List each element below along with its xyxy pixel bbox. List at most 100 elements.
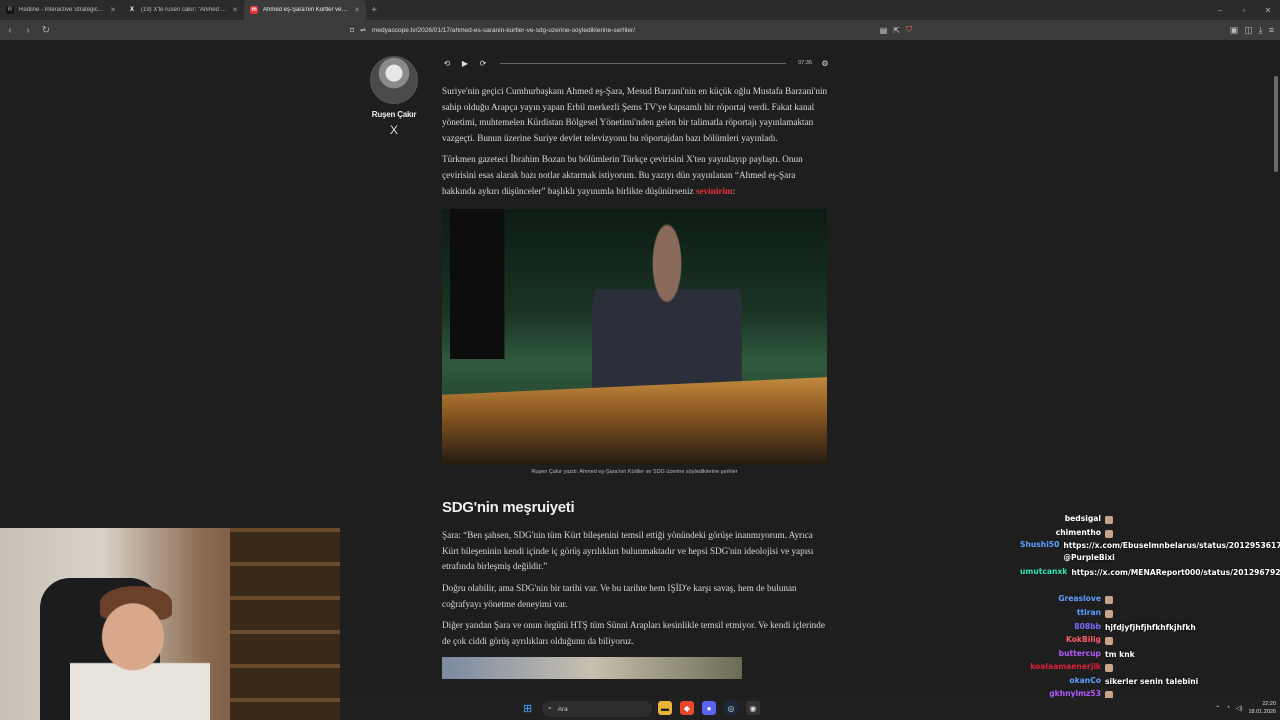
site-info-icon[interactable]: ⇌ xyxy=(360,26,366,34)
chat-username[interactable]: chimentho xyxy=(1020,528,1105,540)
chat-message: 808bb hjfdjyfjhfjhfkhfkjhfkh xyxy=(1020,622,1280,634)
minimize-button[interactable]: – xyxy=(1208,0,1232,20)
chat-emote-icon xyxy=(1105,596,1113,604)
chat-message-text: sikerler senin talebini xyxy=(1105,676,1280,688)
chat-message-text: https://x.com/MENAReport000/status/20129… xyxy=(1071,567,1280,579)
address-bar[interactable]: ⌑ ⇌ medyascope.tv/2026/01/17/ahmed-es-sa… xyxy=(350,22,912,38)
chat-username[interactable]: koalaamaenerjik xyxy=(1020,662,1105,674)
wallet-icon[interactable]: ▣ xyxy=(1230,25,1239,36)
tab-redline[interactable]: R Redline - Interactive Strategic Map ✕ xyxy=(0,0,122,20)
close-icon[interactable]: ✕ xyxy=(354,6,360,14)
chat-message: chimentho xyxy=(1020,528,1280,540)
tab-title: Redline - Interactive Strategic Map xyxy=(19,7,106,13)
window-controls: – ▫ ✕ xyxy=(1208,0,1280,20)
medyascope-favicon-icon: m xyxy=(250,6,258,14)
chat-username[interactable]: umutcanxk xyxy=(1020,567,1071,579)
url-text[interactable]: medyascope.tv/2026/01/17/ahmed-es-sarani… xyxy=(372,27,874,34)
chat-username[interactable]: ttiran xyxy=(1020,608,1105,620)
article-photo xyxy=(442,209,827,466)
sidebar-icon[interactable]: ◫ xyxy=(1244,25,1253,36)
obs-icon[interactable]: ◉ xyxy=(746,701,760,715)
play-icon[interactable]: ▶ xyxy=(460,59,470,68)
discord-icon[interactable]: ● xyxy=(702,701,716,715)
bookmark-icon[interactable]: ⌑ xyxy=(350,26,354,35)
tab-x-post[interactable]: X (19) X'te rusen cakir: "Ahmed eş-Şara … xyxy=(122,0,244,20)
chat-emote-icon xyxy=(1105,610,1113,618)
network-icon[interactable]: ◔ xyxy=(1226,705,1230,711)
steam-icon[interactable]: ◎ xyxy=(724,701,738,715)
file-explorer-icon[interactable]: ▬ xyxy=(658,701,672,715)
brave-browser-icon[interactable]: ◆ xyxy=(680,701,694,715)
forward-15-icon[interactable]: ⟳ xyxy=(478,59,488,68)
chat-emote-icon xyxy=(1105,664,1113,672)
chat-text: tm knk xyxy=(1105,650,1135,659)
chat-message-text xyxy=(1105,594,1280,606)
chat-overlay: bedsigal chimentho Shushi50 https://x.com/E… xyxy=(1020,502,1280,720)
sevinirim-link[interactable]: sevinirim xyxy=(696,186,733,196)
new-tab-button[interactable]: + xyxy=(366,0,382,20)
tray-chevron-icon[interactable]: ⌃ xyxy=(1215,705,1220,712)
photo-guard-figure xyxy=(450,209,540,360)
chat-message: Greaslove xyxy=(1020,594,1280,606)
chat-text: sikerler senin talebini xyxy=(1105,677,1199,686)
chat-message-text xyxy=(1105,635,1280,647)
taskbar-search[interactable]: ⌕ Ara xyxy=(542,701,652,717)
tab-medyascope-article[interactable]: m Ahmed eş-Şara'nın Kürtler ve SD ✕ xyxy=(244,0,366,20)
tab-title: (19) X'te rusen cakir: "Ahmed eş-Şara xyxy=(141,7,227,13)
downloads-icon[interactable]: ⤓ xyxy=(1259,25,1263,36)
audio-player: ⟲ ▶ ⟳ 07:35 ⚙ xyxy=(442,56,830,70)
chat-text: hjfdjyfjhfjhfkhfkjhfkh xyxy=(1105,623,1196,632)
settings-gear-icon[interactable]: ⚙ xyxy=(820,59,830,68)
chat-message: okanCo sikerler senin talebini xyxy=(1020,676,1280,688)
paragraph-text: Türkmen gazeteci İbrahim Bozan bu bölüml… xyxy=(442,154,803,196)
bookshelf xyxy=(230,528,340,720)
share-icon[interactable]: ⇱ xyxy=(893,26,900,35)
chat-username[interactable]: buttercup xyxy=(1020,649,1105,661)
volume-icon[interactable]: ◁) xyxy=(1236,705,1243,712)
redline-favicon-icon: R xyxy=(6,6,14,14)
scrollbar-thumb[interactable] xyxy=(1274,76,1278,172)
rewind-15-icon[interactable]: ⟲ xyxy=(442,59,452,68)
chat-message-text: tm knk xyxy=(1105,649,1280,661)
article-photo-2 xyxy=(442,657,742,680)
author-name[interactable]: Ruşen Çakır xyxy=(368,110,420,119)
chat-username[interactable]: 808bb xyxy=(1020,622,1105,634)
chat-text: https://x.com/Ebuselmnbelarus/status/201… xyxy=(1063,541,1280,562)
close-window-button[interactable]: ✕ xyxy=(1256,0,1280,20)
audio-duration: 07:35 xyxy=(798,60,812,66)
maximize-button[interactable]: ▫ xyxy=(1232,0,1256,20)
tab-title: Ahmed eş-Şara'nın Kürtler ve SD xyxy=(263,7,350,13)
reader-mode-icon[interactable]: ▤ xyxy=(880,26,888,35)
section-heading: SDG'nin meşruiyeti xyxy=(442,499,575,517)
chat-message-text: hjfdjyfjhfjhfkhfkjhfkh xyxy=(1105,622,1280,634)
chat-emote-icon xyxy=(1105,516,1113,524)
chat-username[interactable]: Shushi50 xyxy=(1020,540,1063,564)
x-favicon-icon: X xyxy=(129,7,134,13)
chat-username[interactable]: bedsigal xyxy=(1020,514,1105,526)
forward-arrow-icon[interactable]: › xyxy=(20,22,36,38)
screen: R Redline - Interactive Strategic Map ✕ … xyxy=(0,0,1280,720)
chat-message-text xyxy=(1105,608,1280,620)
clock[interactable]: 22:20 18.01.2026 xyxy=(1248,700,1276,716)
back-arrow-icon[interactable]: ‹ xyxy=(2,22,18,38)
close-icon[interactable]: ✕ xyxy=(232,6,238,14)
chat-username[interactable]: KokBilig xyxy=(1020,635,1105,647)
tab-bar: R Redline - Interactive Strategic Map ✕ … xyxy=(0,0,1280,20)
article-paragraph-1: Suriye'nin geçici Cumhurbaşkanı Ahmed eş… xyxy=(442,86,828,143)
brave-shield-icon[interactable]: ⛉ xyxy=(906,25,912,35)
chat-message: koalaamaenerjik xyxy=(1020,662,1280,674)
photo-podium xyxy=(442,377,827,466)
close-icon[interactable]: ✕ xyxy=(110,6,116,14)
clock-time: 22:20 xyxy=(1262,701,1276,707)
chat-username[interactable]: okanCo xyxy=(1020,676,1105,688)
chat-message: buttercup tm knk xyxy=(1020,649,1280,661)
reload-icon[interactable]: ↻ xyxy=(38,22,54,38)
chat-username[interactable]: Greaslove xyxy=(1020,594,1105,606)
menu-icon[interactable]: ≡ xyxy=(1269,25,1274,35)
chat-message: KokBilig xyxy=(1020,635,1280,647)
x-social-icon[interactable]: X xyxy=(368,123,420,137)
windows-start-icon[interactable]: ⊞ xyxy=(523,702,532,715)
article-paragraph-4: Doğru olabilir, ama SDG'nin bir tarihi v… xyxy=(442,582,797,609)
audio-progress-track[interactable] xyxy=(500,62,787,64)
author-avatar[interactable] xyxy=(370,56,418,104)
